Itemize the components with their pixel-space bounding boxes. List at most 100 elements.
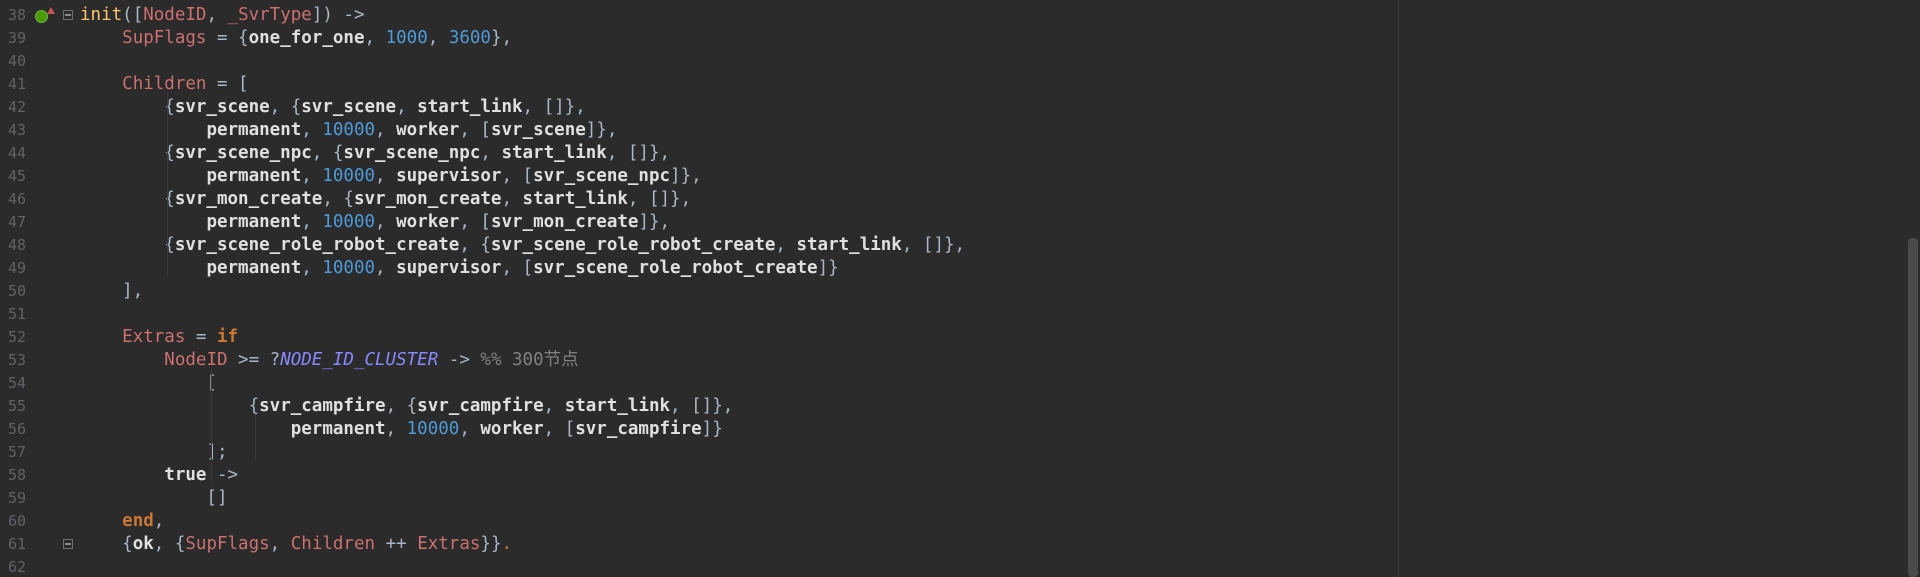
- code-token: svr_scene_role_robot_create: [490, 235, 776, 255]
- line-number: 46: [7, 190, 26, 208]
- code-token: ->: [438, 350, 481, 370]
- line-number: 60: [7, 512, 26, 530]
- code-line[interactable]: 53 NodeID >= ?NODE_ID_CLUSTER -> %% 300节…: [0, 349, 1900, 372]
- line-number: 49: [7, 259, 26, 277]
- code-text[interactable]: permanent, 10000, worker, [svr_mon_creat…: [80, 211, 670, 234]
- code-token: 3600: [448, 28, 491, 48]
- code-token: init: [80, 5, 123, 25]
- code-line[interactable]: 55 {svr_campfire, {svr_campfire, start_l…: [0, 395, 1900, 418]
- code-token: , [: [543, 419, 576, 439]
- vertical-scrollbar[interactable]: [1906, 0, 1920, 577]
- code-text[interactable]: {ok, {SupFlags, Children ++ Extras}}.: [80, 533, 512, 556]
- code-line[interactable]: 38 init([NodeID, _SvrType]) ->: [0, 4, 1900, 27]
- code-line[interactable]: 42 {svr_scene, {svr_scene, start_link, […: [0, 96, 1900, 119]
- code-text[interactable]: [: [80, 372, 217, 395]
- code-line[interactable]: 48 {svr_scene_role_robot_create, {svr_sc…: [0, 234, 1900, 257]
- line-number: 52: [7, 328, 26, 346]
- code-text[interactable]: Extras = if: [80, 326, 238, 349]
- code-text[interactable]: permanent, 10000, supervisor, [svr_scene…: [80, 257, 838, 280]
- code-token: Children: [122, 74, 207, 94]
- code-token: ,: [385, 419, 407, 439]
- code-text[interactable]: end,: [80, 510, 164, 533]
- code-line[interactable]: 50 ],: [0, 280, 1900, 303]
- code-text[interactable]: ],: [80, 280, 143, 303]
- line-number: 62: [7, 558, 26, 576]
- code-line[interactable]: 46 {svr_mon_create, {svr_mon_create, sta…: [0, 188, 1900, 211]
- code-line[interactable]: 40: [0, 50, 1900, 73]
- code-text[interactable]: {svr_mon_create, {svr_mon_create, start_…: [80, 188, 691, 211]
- code-token: , {: [322, 189, 354, 209]
- code-line[interactable]: 57 ];: [0, 441, 1900, 464]
- line-number: 53: [7, 351, 26, 369]
- code-token: ,: [427, 28, 449, 48]
- code-editor[interactable]: 38 init([NodeID, _SvrType]) -> 39 SupFlags…: [0, 0, 1920, 577]
- code-token: {: [80, 396, 260, 416]
- code-token: },: [490, 28, 513, 48]
- code-text[interactable]: permanent, 10000, worker, [svr_campfire]…: [80, 418, 723, 441]
- code-line[interactable]: 59 []: [0, 487, 1900, 510]
- code-text[interactable]: NodeID >= ?NODE_ID_CLUSTER -> %% 300节点: [80, 349, 579, 372]
- fold-icon[interactable]: [63, 10, 73, 20]
- code-text[interactable]: permanent, 10000, supervisor, [svr_scene…: [80, 165, 701, 188]
- code-text[interactable]: true ->: [80, 464, 238, 487]
- line-number: 59: [7, 489, 26, 507]
- code-text[interactable]: SupFlags = {one_for_one, 1000, 3600},: [80, 27, 512, 50]
- line-number: 54: [7, 374, 26, 392]
- line-number: 44: [7, 144, 26, 162]
- code-token: NODE_ID_CLUSTER: [280, 350, 439, 370]
- code-text[interactable]: init([NodeID, _SvrType]) ->: [80, 4, 365, 27]
- code-text[interactable]: {svr_scene_role_robot_create, {svr_scene…: [80, 234, 965, 257]
- code-token: , []},: [522, 97, 586, 117]
- fold-icon[interactable]: [63, 539, 73, 549]
- code-text[interactable]: {svr_scene_npc, {svr_scene_npc, start_li…: [80, 142, 670, 165]
- code-line[interactable]: 54 [: [0, 372, 1900, 395]
- code-line[interactable]: 51: [0, 303, 1900, 326]
- line-number: 47: [7, 213, 26, 231]
- code-text[interactable]: Children = [: [80, 73, 248, 96]
- code-line[interactable]: 43 permanent, 10000, worker, [svr_scene]…: [0, 119, 1900, 142]
- code-line[interactable]: 49 permanent, 10000, supervisor, [svr_sc…: [0, 257, 1900, 280]
- code-line[interactable]: 45 permanent, 10000, supervisor, [svr_sc…: [0, 165, 1900, 188]
- code-token: start_link: [564, 396, 671, 416]
- code-token: =: [185, 327, 217, 347]
- code-token: ]},: [638, 212, 671, 232]
- code-line[interactable]: 44 {svr_scene_npc, {svr_scene_npc, start…: [0, 142, 1900, 165]
- code-text[interactable]: []: [80, 487, 227, 510]
- code-token: 10000: [322, 120, 376, 140]
- code-token: start_link: [796, 235, 902, 255]
- code-line[interactable]: 39 SupFlags = {one_for_one, 1000, 3600},: [0, 27, 1900, 50]
- line-number: 41: [7, 75, 26, 93]
- line-number: 55: [7, 397, 26, 415]
- code-token: }}: [480, 534, 502, 554]
- code-text[interactable]: permanent, 10000, worker, [svr_scene]},: [80, 119, 617, 142]
- code-token: 10000: [322, 212, 376, 232]
- code-line[interactable]: 47 permanent, 10000, worker, [svr_mon_cr…: [0, 211, 1900, 234]
- code-token: end: [122, 511, 154, 531]
- code-token: NodeID: [143, 5, 207, 25]
- code-text[interactable]: {svr_scene, {svr_scene, start_link, []},: [80, 96, 586, 119]
- code-token: SupFlags: [122, 28, 207, 48]
- indent-guide: [211, 368, 212, 483]
- line-number: 57: [7, 443, 26, 461]
- code-line[interactable]: 52 Extras = if: [0, 326, 1900, 349]
- code-line[interactable]: 62: [0, 556, 1900, 577]
- code-text[interactable]: ];: [80, 441, 227, 464]
- arrow-up-icon[interactable]: [47, 7, 55, 14]
- code-text[interactable]: {svr_campfire, {svr_campfire, start_link…: [80, 395, 734, 418]
- line-number: 56: [7, 420, 26, 438]
- code-token: permanent: [206, 258, 302, 278]
- code-token: SupFlags: [185, 534, 270, 554]
- code-token: if: [216, 327, 239, 347]
- scrollbar-thumb[interactable]: [1908, 238, 1918, 577]
- code-line[interactable]: 41 Children = [: [0, 73, 1900, 96]
- code-line[interactable]: 56 permanent, 10000, worker, [svr_campfi…: [0, 418, 1900, 441]
- code-line[interactable]: 61 {ok, {SupFlags, Children ++ Extras}}.: [0, 533, 1900, 556]
- code-token: , []},: [606, 143, 671, 163]
- code-token: %% 300节点: [480, 350, 579, 370]
- code-line[interactable]: 58 true ->: [0, 464, 1900, 487]
- code-line[interactable]: 60 end,: [0, 510, 1900, 533]
- code-token: {: [80, 235, 175, 255]
